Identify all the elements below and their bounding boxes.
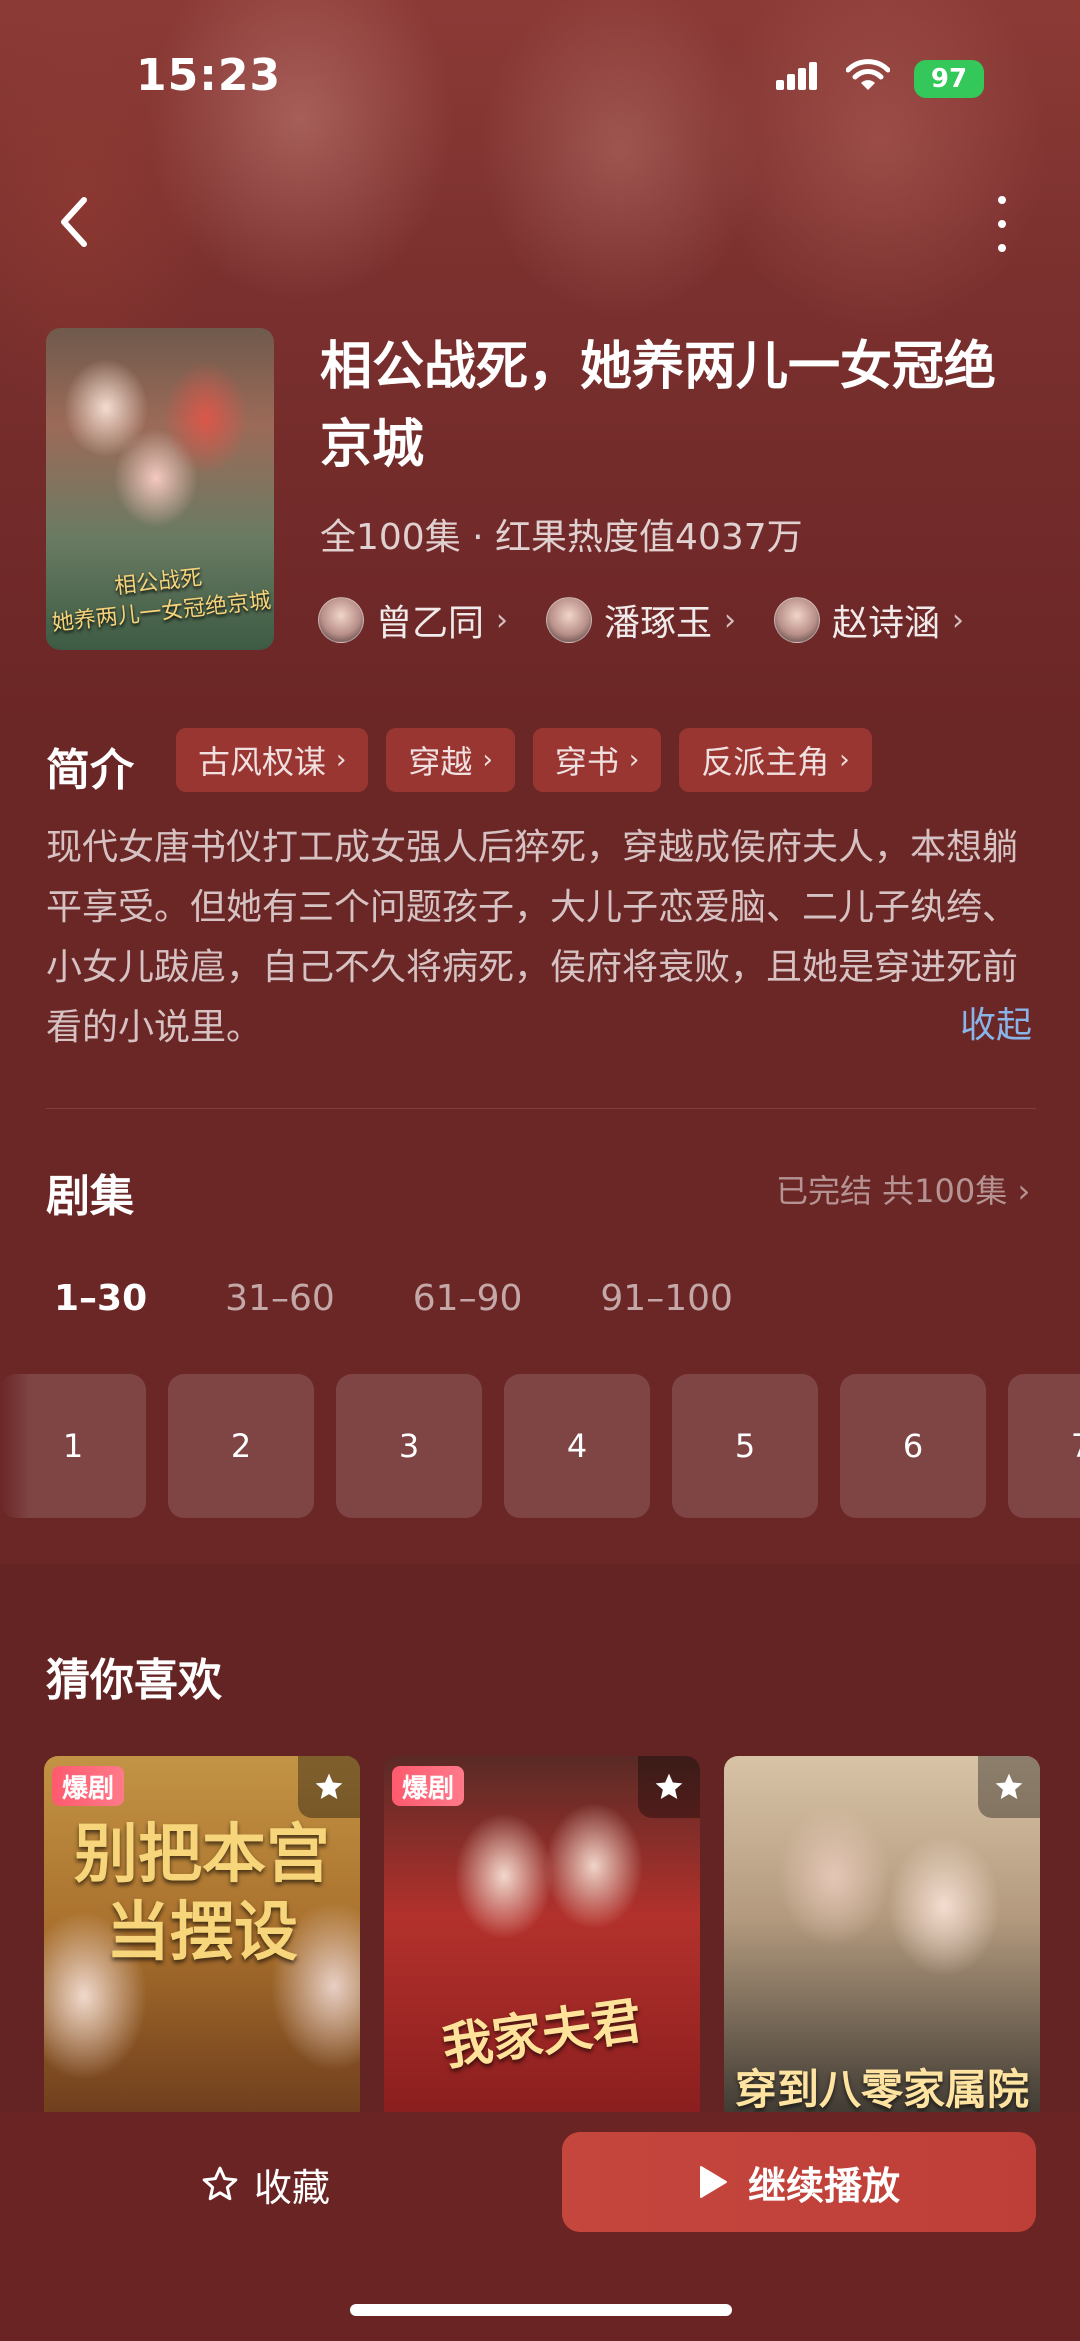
wifi-icon — [845, 58, 891, 92]
avatar — [318, 597, 364, 643]
chevron-right-icon: › — [1017, 1172, 1031, 1210]
episode-button[interactable]: 2 — [168, 1374, 314, 1518]
favorite-star-button[interactable] — [978, 1756, 1040, 1818]
card-title-art: 我家夫君 — [438, 1990, 646, 2077]
chevron-right-icon: › — [496, 602, 509, 638]
intro-heading: 简介 — [46, 745, 134, 796]
play-icon — [699, 2166, 727, 2198]
continue-play-label: 继续播放 — [747, 2163, 900, 2208]
actor-item[interactable]: 赵诗涵 › — [774, 594, 964, 646]
recommend-heading: 猜你喜欢 — [46, 1655, 222, 1706]
genre-tag[interactable]: 穿越 › — [386, 728, 515, 792]
range-tab[interactable]: 61–90 — [413, 1278, 523, 1319]
episode-button[interactable]: 4 — [504, 1374, 650, 1518]
poster-title-art: 相公战死 她养两儿一女冠绝京城 — [50, 565, 273, 637]
back-button[interactable] — [50, 192, 100, 252]
star-icon — [315, 1773, 343, 1799]
actor-name: 赵诗涵 — [832, 603, 941, 644]
card-title-art: 别把本宫当摆设 — [74, 1817, 330, 1970]
episode-button[interactable]: 7 — [1008, 1374, 1080, 1518]
more-options-button[interactable] — [978, 196, 1026, 252]
favorite-label: 收藏 — [254, 2165, 331, 2210]
recommend-card[interactable]: 别把本宫当摆设 爆剧 — [44, 1756, 360, 2116]
chevron-right-icon: › — [839, 745, 850, 775]
cellular-signal-icon — [776, 62, 818, 90]
divider — [46, 1108, 1036, 1109]
drama-meta: 全100集 · 红果热度值4037万 — [320, 517, 803, 558]
recommend-card[interactable]: 穿到八零家属院 — [724, 1756, 1040, 2116]
actor-item[interactable]: 潘琢玉 › — [546, 594, 736, 646]
actor-name: 曾乙同 — [376, 603, 485, 644]
episode-grid: 1 2 3 4 5 6 7 — [0, 1374, 1080, 1518]
episodes-heading: 剧集 — [46, 1171, 134, 1222]
drama-poster[interactable]: 相公战死 她养两儿一女冠绝京城 — [46, 328, 274, 650]
range-tab[interactable]: 1–30 — [54, 1278, 147, 1319]
scroll-fade — [0, 1374, 30, 1518]
favorite-button[interactable]: 收藏 — [200, 2154, 330, 2214]
hot-badge: 爆剧 — [52, 1766, 125, 1806]
collapse-link[interactable]: 收起 — [960, 996, 1032, 1048]
battery-level: 97 — [930, 64, 968, 94]
avatar — [774, 597, 821, 643]
chevron-right-icon: › — [482, 745, 493, 775]
status-time: 15:23 — [136, 50, 282, 101]
more-dot-icon — [998, 220, 1006, 228]
more-dot-icon — [998, 196, 1006, 204]
actor-list: 曾乙同 › 潘琢玉 › 赵诗涵 › — [318, 594, 964, 646]
star-icon — [995, 1773, 1023, 1799]
episodes-status-link[interactable]: 已完结 共100集 › — [776, 1166, 1030, 1212]
chevron-left-icon — [61, 197, 87, 247]
episode-range-tabs: 1–30 31–60 61–90 91–100 — [54, 1278, 811, 1319]
episode-button[interactable]: 3 — [336, 1374, 482, 1518]
chevron-right-icon: › — [628, 745, 640, 775]
star-icon — [655, 1773, 683, 1799]
episode-button[interactable]: 5 — [672, 1374, 818, 1518]
avatar — [546, 597, 593, 643]
genre-tag[interactable]: 古风权谋 › — [176, 728, 369, 792]
recommend-cards: 别把本宫当摆设 爆剧 我家夫君 爆剧 穿到八零家属院 — [44, 1756, 1040, 2116]
chevron-right-icon: › — [336, 745, 347, 775]
range-tab[interactable]: 31–60 — [225, 1278, 335, 1319]
synopsis-text: 现代女唐书仪打工成女强人后猝死，穿越成侯府夫人，本想躺平享受。但她有三个问题孩子… — [46, 827, 1019, 1048]
chevron-right-icon: › — [952, 602, 965, 638]
battery-indicator: 97 — [914, 60, 984, 98]
genre-tag[interactable]: 穿书 › — [532, 728, 662, 792]
favorite-star-button[interactable] — [638, 1756, 700, 1818]
genre-tag[interactable]: 反派主角 › — [679, 728, 872, 792]
star-outline-icon — [202, 2166, 238, 2201]
chevron-right-icon: › — [724, 602, 737, 638]
actor-item[interactable]: 曾乙同 › — [318, 594, 508, 646]
home-indicator — [350, 2304, 732, 2316]
more-dot-icon — [998, 244, 1006, 252]
drama-title: 相公战死，她养两儿一女冠绝京城 — [320, 337, 997, 475]
favorite-star-button[interactable] — [298, 1756, 360, 1818]
continue-play-button[interactable]: 继续播放 — [562, 2132, 1036, 2232]
genre-tags: 古风权谋 › 穿越 › 穿书 › 反派主角 › — [176, 728, 872, 792]
recommend-card[interactable]: 我家夫君 爆剧 — [384, 1756, 700, 2116]
hot-badge: 爆剧 — [392, 1766, 465, 1806]
range-tab[interactable]: 91–100 — [600, 1278, 733, 1319]
episode-button[interactable]: 6 — [840, 1374, 986, 1518]
actor-name: 潘琢玉 — [604, 603, 713, 644]
card-title-art: 穿到八零家属院 — [734, 2065, 1029, 2114]
